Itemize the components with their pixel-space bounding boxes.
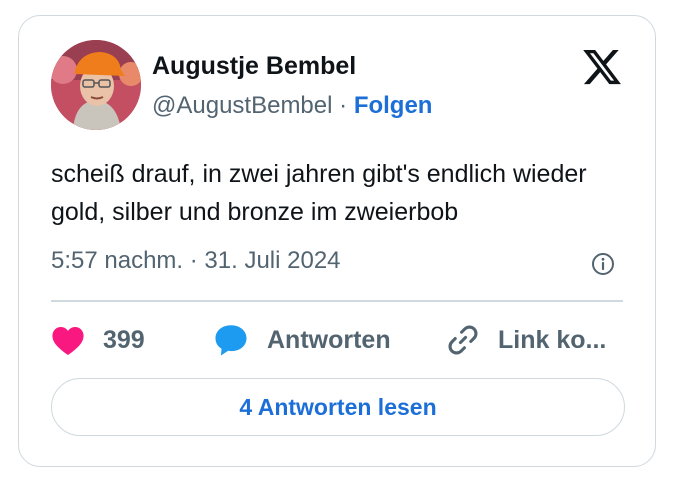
copy-link-button[interactable]: Link ko...	[446, 320, 606, 360]
x-logo-icon[interactable]	[581, 46, 623, 88]
author-handle[interactable]: @AugustBembel	[152, 92, 332, 119]
author-meta: @AugustBembel · Folgen	[152, 92, 432, 120]
reply-label: Antworten	[267, 325, 391, 354]
copy-link-label: Link ko...	[498, 325, 607, 354]
read-replies-button[interactable]: 4 Antworten lesen	[51, 378, 625, 436]
tweet-text: scheiß drauf, in zwei jahren gibt's endl…	[51, 160, 587, 226]
speech-bubble-icon	[215, 325, 247, 356]
author-name[interactable]: Augustje Bembel	[152, 52, 356, 81]
follow-button[interactable]: Folgen	[354, 92, 433, 119]
tweet-card: Augustje Bembel @AugustBembel · Folgen s…	[18, 15, 656, 467]
action-bar: 399 Antworten Link ko...	[51, 320, 631, 360]
read-replies-label: 4 Antworten lesen	[239, 393, 437, 420]
like-button[interactable]: 399	[51, 320, 145, 360]
avatar[interactable]	[51, 40, 141, 130]
divider	[51, 300, 623, 302]
like-count: 399	[103, 325, 145, 354]
reply-button[interactable]: Antworten	[213, 320, 391, 360]
link-icon	[448, 325, 478, 355]
timestamp[interactable]: 5:57 nachm. · 31. Juli 2024	[51, 247, 341, 275]
separator-dot: ·	[339, 92, 348, 119]
heart-icon	[52, 326, 84, 356]
info-icon[interactable]	[591, 252, 615, 276]
